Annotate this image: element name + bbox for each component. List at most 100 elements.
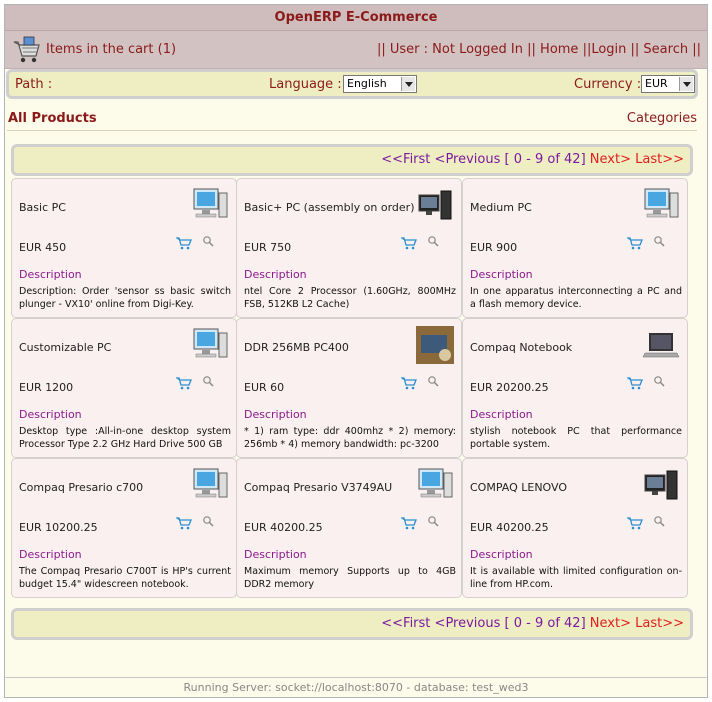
home-link[interactable]: || Home [523,42,578,57]
product-name[interactable]: DDR 256MB PC400 [244,341,349,354]
pager-next-link[interactable]: Next> [590,152,631,167]
product-price: EUR 20200.25 [470,381,549,394]
search-link[interactable]: || Search || [626,42,701,57]
product-card[interactable]: Compaq Presario V3749AU EUR 40200.25 Descr… [236,458,462,598]
pager-last-link[interactable]: Last>> [635,616,684,631]
currency-select[interactable]: EUR [641,75,695,93]
product-name[interactable]: Customizable PC [19,341,111,354]
add-to-cart-icon[interactable] [627,516,643,530]
product-description: * 1) ram type: ddr 400mhz * 2) memory: 2… [244,426,456,450]
add-to-cart-icon[interactable] [401,236,417,250]
shopping-cart-icon[interactable] [10,34,42,66]
product-name[interactable]: Basic+ PC (assembly on order) [244,201,415,214]
page-title: OpenERP E-Commerce [5,5,707,31]
product-price: EUR 10200.25 [19,521,98,534]
laptop-icon[interactable] [641,325,681,365]
add-to-cart-icon[interactable] [627,376,643,390]
cart-items-link[interactable]: Items in the cart (1) [46,42,176,57]
product-price: EUR 60 [244,381,285,394]
product-card[interactable]: DDR 256MB PC400 EUR 60 Description * 1) ram… [236,318,462,458]
magnifier-icon[interactable] [427,375,439,387]
product-card[interactable]: Basic PC EUR 450 Description Description: O… [11,178,237,318]
language-value: English [347,77,387,90]
desktop-pc-icon[interactable] [641,185,681,225]
user-links: || User : Not Logged In || Home ||Login … [377,42,701,57]
server-status-footer: Running Server: socket://localhost:8070 … [5,677,707,697]
description-heading: Description [470,548,533,561]
pager-top: <<First <Previous [ 0 - 9 of 42] Next> L… [11,144,693,176]
description-heading: Description [19,268,82,281]
product-description: Description: Order 'sensor ss basic swit… [19,286,231,310]
product-card[interactable]: Compaq Presario c700 EUR 10200.25 Descript… [11,458,237,598]
add-to-cart-icon[interactable] [627,236,643,250]
heading-row: All Products Categories [7,111,697,131]
product-name[interactable]: Medium PC [470,201,532,214]
pager-bottom: <<First <Previous [ 0 - 9 of 42] Next> L… [11,608,693,640]
add-to-cart-icon[interactable] [401,376,417,390]
pager-range: [ 0 - 9 of 42] [504,152,586,167]
path-bar: Path : Language : English Currency : EUR [6,69,698,99]
product-card[interactable]: Customizable PC EUR 1200 Description Deskto… [11,318,237,458]
product-description: ntel Core 2 Processor (1.60GHz, 800MHz F… [244,286,456,310]
language-label: Language : [269,77,342,92]
desktop-pc-icon[interactable] [190,185,230,225]
product-name[interactable]: Basic PC [19,201,66,214]
user-status-link[interactable]: || User : Not Logged In [377,42,523,57]
categories-link[interactable]: Categories [627,111,697,126]
app-frame: OpenERP E-Commerce Items in the cart (1)… [4,4,708,698]
product-description: In one apparatus interconnecting a PC an… [470,286,682,310]
language-select[interactable]: English [343,75,417,93]
pager-previous-link[interactable]: <Previous [435,616,501,631]
tower-pc-icon[interactable] [641,465,681,505]
product-card[interactable]: Basic+ PC (assembly on order) EUR 750 Desc… [236,178,462,318]
product-name[interactable]: Compaq Presario c700 [19,481,143,494]
desktop-pc-icon[interactable] [415,465,455,505]
product-card[interactable]: COMPAQ LENOVO EUR 40200.25 Description It i… [462,458,688,598]
desktop-pc-icon[interactable] [190,325,230,365]
product-name[interactable]: Compaq Notebook [470,341,572,354]
chevron-down-icon [679,77,693,91]
magnifier-icon[interactable] [202,375,214,387]
description-heading: Description [244,268,307,281]
description-heading: Description [244,408,307,421]
tower-pc-icon[interactable] [415,185,455,225]
product-description: Maximum memory Supports up to 4GB DDR2 m… [244,566,456,590]
product-card[interactable]: Compaq Notebook EUR 20200.25 Description st… [462,318,688,458]
magnifier-icon[interactable] [653,375,665,387]
product-price: EUR 40200.25 [244,521,323,534]
description-heading: Description [470,268,533,281]
product-description: stylish notebook PC that performance por… [470,426,682,450]
magnifier-icon[interactable] [202,235,214,247]
photo-icon[interactable] [415,325,455,365]
description-heading: Description [19,408,82,421]
desktop-pc-icon[interactable] [190,465,230,505]
pager-next-link[interactable]: Next> [590,616,631,631]
product-price: EUR 40200.25 [470,521,549,534]
product-grid: Basic PC EUR 450 Description Description: O… [11,178,693,598]
description-heading: Description [470,408,533,421]
pager-previous-link[interactable]: <Previous [435,152,501,167]
chevron-down-icon [401,77,415,91]
pager-last-link[interactable]: Last>> [635,152,684,167]
magnifier-icon[interactable] [427,515,439,527]
description-heading: Description [244,548,307,561]
product-price: EUR 450 [19,241,67,254]
magnifier-icon[interactable] [427,235,439,247]
product-name[interactable]: Compaq Presario V3749AU [244,481,392,494]
product-price: EUR 1200 [19,381,74,394]
product-price: EUR 750 [244,241,292,254]
add-to-cart-icon[interactable] [176,516,192,530]
pager-first-link[interactable]: <<First [381,616,430,631]
magnifier-icon[interactable] [653,515,665,527]
pager-range: [ 0 - 9 of 42] [504,616,586,631]
pager-first-link[interactable]: <<First [381,152,430,167]
add-to-cart-icon[interactable] [401,516,417,530]
magnifier-icon[interactable] [653,235,665,247]
product-card[interactable]: Medium PC EUR 900 Description In one appara… [462,178,688,318]
product-name[interactable]: COMPAQ LENOVO [470,481,567,494]
currency-value: EUR [645,77,668,90]
add-to-cart-icon[interactable] [176,376,192,390]
magnifier-icon[interactable] [202,515,214,527]
add-to-cart-icon[interactable] [176,236,192,250]
login-link[interactable]: ||Login [578,42,627,57]
